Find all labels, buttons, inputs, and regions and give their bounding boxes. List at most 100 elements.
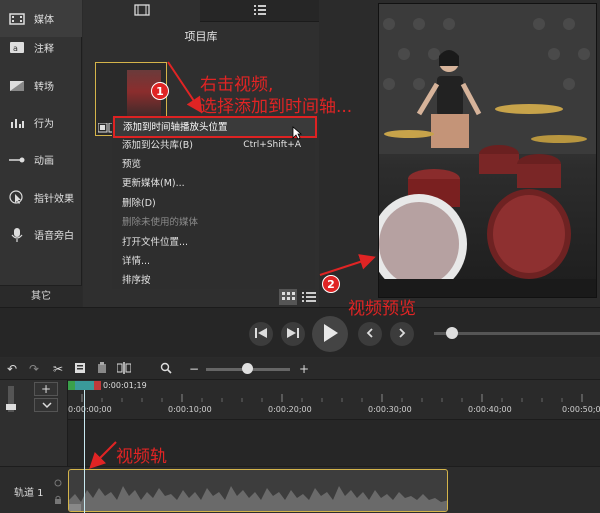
undo-button[interactable]: ↶ xyxy=(4,361,20,377)
video-preview-canvas[interactable] xyxy=(378,3,597,298)
sidebar-item-label: 行为 xyxy=(34,119,54,130)
menu-item-label: 详情... xyxy=(122,256,151,267)
menu-item-label: 预览 xyxy=(122,159,142,170)
split-icon xyxy=(116,361,132,377)
track-visibility-icon[interactable] xyxy=(54,478,62,488)
track-height-handle[interactable] xyxy=(6,404,16,410)
svg-text:a: a xyxy=(13,44,18,53)
preview-scrubber-track[interactable] xyxy=(434,332,600,335)
sidebar-item-annotation[interactable]: a 注释 xyxy=(0,29,82,66)
menu-item-label: 添加到时间轴播放头位置 xyxy=(123,122,228,133)
redo-icon: ↷ xyxy=(28,362,40,376)
context-menu: 添加到时间轴播放头位置 添加到公共库(B)Ctrl+Shift+A 预览 更新媒… xyxy=(112,117,315,289)
copy-button[interactable] xyxy=(72,361,88,377)
menu-item-delete-unused: 删除未使用的媒体 xyxy=(112,213,315,232)
menu-item-label: 删除未使用的媒体 xyxy=(122,217,199,228)
add-track-button[interactable]: + xyxy=(34,382,58,396)
sidebar-item-cursor-effect[interactable]: 指针效果 xyxy=(0,179,82,216)
media-icon xyxy=(0,12,34,26)
zoom-search-button[interactable] xyxy=(158,361,174,377)
view-mode-buttons xyxy=(277,289,319,305)
sidebar: 媒体 a 注释 转场 行为 动画 指针效果 语音旁白 其它 xyxy=(0,0,82,307)
zoom-out-button[interactable]: − xyxy=(186,361,202,377)
library-title: 项目库 xyxy=(184,30,218,43)
menu-item-sort-by[interactable]: 排序按 xyxy=(112,271,315,290)
step-2-annotation: 视频预览 xyxy=(348,299,416,319)
preview-scrubber-handle[interactable] xyxy=(446,327,458,339)
undo-icon: ↶ xyxy=(6,362,18,376)
zoom-slider-handle[interactable] xyxy=(242,363,253,374)
chevron-left-icon xyxy=(366,327,374,341)
menu-item-delete[interactable]: 删除(D) xyxy=(112,194,315,213)
sidebar-item-behavior[interactable]: 行为 xyxy=(0,104,82,141)
sidebar-item-label: 动画 xyxy=(34,156,54,167)
next-clip-button[interactable] xyxy=(390,322,414,346)
film-icon xyxy=(133,3,150,19)
play-button[interactable] xyxy=(312,316,348,352)
next-frame-button[interactable] xyxy=(281,322,305,346)
menu-item-add-to-library[interactable]: 添加到公共库(B) Ctrl+Shift+A xyxy=(112,136,315,155)
library-tabs xyxy=(83,0,319,22)
menu-item-details[interactable]: 详情... xyxy=(112,252,315,271)
track-height-slider[interactable] xyxy=(6,386,16,412)
menu-item-update-media[interactable]: 更新媒体(M)... xyxy=(112,174,315,193)
animation-icon xyxy=(0,153,34,167)
other-label: 其它 xyxy=(31,291,51,302)
step-back-icon xyxy=(255,327,267,341)
menu-item-label: 排序按 xyxy=(122,275,151,286)
magnifier-icon xyxy=(160,362,172,377)
chevron-right-icon xyxy=(398,327,406,341)
cursor-effect-icon xyxy=(0,189,34,206)
sidebar-item-label: 媒体 xyxy=(34,15,54,26)
sidebar-item-transition[interactable]: 转场 xyxy=(0,67,82,104)
menu-item-preview[interactable]: 预览 xyxy=(112,155,315,174)
annotation-icon: a xyxy=(0,41,34,55)
list-icon xyxy=(253,4,267,19)
behavior-icon xyxy=(0,116,34,130)
track-label: 轨道 1 xyxy=(14,488,44,499)
timeline-ruler[interactable] xyxy=(68,380,600,420)
previous-clip-button[interactable] xyxy=(358,322,382,346)
track-options-button[interactable] xyxy=(34,398,58,412)
paste-button[interactable] xyxy=(94,361,110,377)
tab-list-view[interactable] xyxy=(201,0,319,22)
playhead-handle[interactable] xyxy=(75,381,95,390)
menu-item-open-file-location[interactable]: 打开文件位置... xyxy=(112,233,315,252)
copy-icon xyxy=(74,362,86,377)
cut-button[interactable]: ✂ xyxy=(50,361,66,377)
step-2-badge: 2 xyxy=(322,275,340,293)
chevron-down-icon xyxy=(42,401,52,412)
ruler-tick-label: 0:00:20;00 xyxy=(268,405,312,414)
split-button[interactable] xyxy=(116,361,132,377)
sidebar-item-label: 指针效果 xyxy=(34,194,74,205)
other-tab[interactable]: 其它 xyxy=(0,285,82,307)
playhead-time: 0:00:01;19 xyxy=(103,381,147,390)
menu-item-highlight[interactable]: 添加到时间轴播放头位置 xyxy=(113,116,317,138)
list-view-icon[interactable] xyxy=(300,289,318,305)
zoom-in-button[interactable]: + xyxy=(296,361,312,377)
timeline-toolbar: ↶ ↷ ✂ − + xyxy=(0,358,600,380)
ruler-tick-label: 0:00:00;00 xyxy=(68,405,112,414)
sidebar-item-voice-narration[interactable]: 语音旁白 xyxy=(0,216,82,253)
track-annotation: 视频轨 xyxy=(116,447,167,467)
sidebar-item-label: 注释 xyxy=(34,44,54,55)
prev-frame-button[interactable] xyxy=(249,322,273,346)
ruler-tick-label: 0:00:50;00 xyxy=(562,405,600,414)
redo-button[interactable]: ↷ xyxy=(26,361,42,377)
lock-icon[interactable] xyxy=(54,495,62,505)
sidebar-item-animation[interactable]: 动画 xyxy=(0,141,82,178)
ruler-tick-label: 0:00:30;00 xyxy=(368,405,412,414)
sidebar-item-label: 转场 xyxy=(34,82,54,93)
timeline-video-clip[interactable] xyxy=(68,469,448,512)
selection-end-handle[interactable] xyxy=(94,381,101,390)
tab-media-bin[interactable] xyxy=(83,0,200,22)
selection-start-handle[interactable] xyxy=(68,381,75,390)
grid-view-icon[interactable] xyxy=(279,289,297,305)
paste-icon xyxy=(96,361,108,377)
transition-icon xyxy=(0,79,34,93)
step-forward-icon xyxy=(287,327,299,341)
plus-icon: + xyxy=(40,382,52,396)
microphone-icon xyxy=(0,227,34,243)
scissors-icon: ✂ xyxy=(52,362,64,376)
ruler-tick-label: 0:00:40;00 xyxy=(468,405,512,414)
